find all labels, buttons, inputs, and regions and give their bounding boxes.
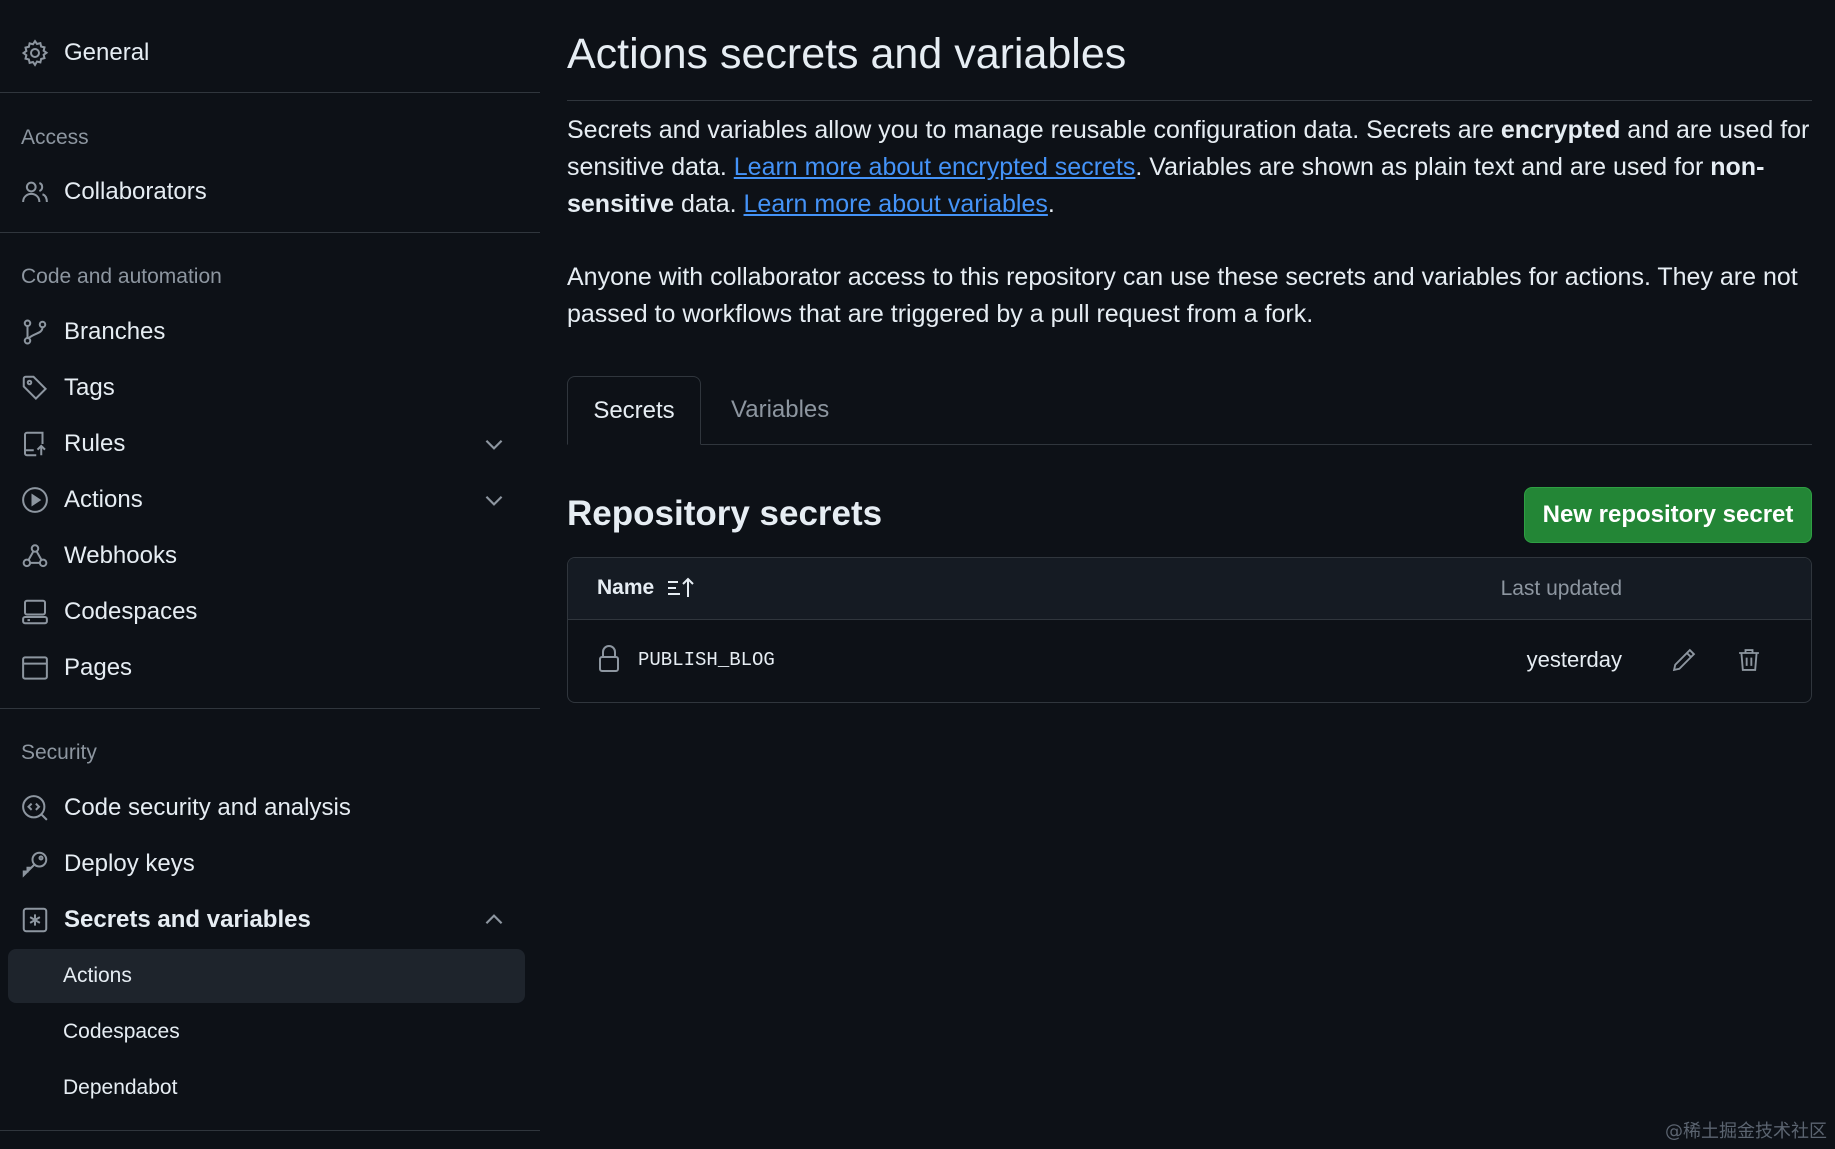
sort-asc-icon[interactable] (666, 575, 696, 601)
sidebar-item-label: Collaborators (64, 178, 207, 205)
sidebar-item-label: Deploy keys (64, 850, 195, 877)
sidebar-item-webhooks[interactable]: Webhooks (8, 530, 525, 582)
key-icon (20, 849, 50, 879)
sidebar-subitem-label: Actions (63, 964, 132, 987)
sidebar-item-label: Code security and analysis (64, 794, 351, 821)
tab-bar-divider (567, 444, 1812, 445)
link-variables[interactable]: Learn more about variables (744, 190, 1048, 218)
sidebar-subitem-label: Dependabot (63, 1076, 178, 1099)
column-header-last-updated: Last updated (1500, 577, 1622, 600)
codespaces-icon (20, 597, 50, 627)
trash-icon[interactable] (1735, 646, 1763, 674)
key-asterisk-icon (20, 905, 50, 935)
secret-name: PUBLISH_BLOG (638, 649, 775, 671)
tab-variables[interactable]: Variables (731, 376, 829, 444)
sidebar-item-secrets-variables[interactable]: Secrets and variables (8, 894, 525, 946)
sidebar-item-codespaces[interactable]: Codespaces (8, 586, 525, 638)
gear-icon (20, 38, 50, 68)
tab-bar: Secrets Variables (567, 376, 1812, 446)
sidebar-item-label: General (64, 39, 150, 66)
lock-icon (597, 644, 621, 674)
link-encrypted-secrets[interactable]: Learn more about encrypted secrets (734, 153, 1136, 181)
settings-sidebar: General Access Collaborators Code and au… (0, 0, 540, 1149)
sidebar-item-tags[interactable]: Tags (8, 362, 525, 414)
column-header-name[interactable]: Name (597, 576, 654, 600)
pencil-icon[interactable] (1670, 646, 1698, 674)
sidebar-divider (0, 232, 540, 233)
sidebar-divider (0, 92, 540, 93)
sidebar-item-branches[interactable]: Branches (8, 306, 525, 358)
group-title-security: Security (21, 741, 97, 764)
group-title-code-automation: Code and automation (21, 265, 222, 288)
section-title: Repository secrets (567, 494, 883, 533)
sidebar-subitem-actions[interactable]: Actions (8, 949, 525, 1003)
sidebar-subitem-codespaces[interactable]: Codespaces (8, 1005, 525, 1059)
sidebar-item-actions[interactable]: Actions (8, 474, 525, 526)
people-icon (20, 177, 50, 207)
webhook-icon (20, 541, 50, 571)
sidebar-item-label: Actions (64, 486, 143, 513)
intro-paragraph: Secrets and variables allow you to manag… (567, 112, 1812, 223)
secret-last-updated: yesterday (1526, 647, 1622, 672)
chevron-down-icon[interactable] (481, 431, 507, 457)
watermark: @稀土掘金技术社区 (1665, 1121, 1827, 1142)
repo-push-icon (20, 429, 50, 459)
tag-icon (20, 373, 50, 403)
sidebar-item-collaborators[interactable]: Collaborators (8, 166, 525, 218)
sidebar-item-label: Pages (64, 654, 133, 681)
group-title-access: Access (21, 126, 89, 149)
sidebar-item-label: Rules (64, 430, 126, 457)
intro-bold-encrypted: encrypted (1500, 116, 1621, 144)
access-note-paragraph: Anyone with collaborator access to this … (567, 263, 1798, 328)
sidebar-item-general[interactable]: General (8, 27, 525, 79)
title-divider (567, 100, 1812, 101)
page-title: Actions secrets and variables (567, 30, 1127, 78)
sidebar-item-label: Secrets and variables (64, 906, 311, 933)
chevron-up-icon[interactable] (481, 907, 507, 933)
table-row: PUBLISH_BLOG yesterday (568, 620, 1811, 702)
intro-text: Secrets and variables allow you to manag… (567, 116, 1501, 144)
new-repository-secret-button[interactable]: New repository secret (1524, 487, 1812, 543)
chevron-down-icon[interactable] (481, 487, 507, 513)
sidebar-item-deploy-keys[interactable]: Deploy keys (8, 838, 525, 890)
sidebar-subitem-dependabot[interactable]: Dependabot (8, 1061, 525, 1115)
sidebar-item-label: Webhooks (64, 542, 177, 569)
sidebar-item-label: Tags (64, 374, 115, 401)
codescan-icon (20, 793, 50, 823)
sidebar-divider (0, 1130, 540, 1131)
sidebar-item-code-security[interactable]: Code security and analysis (8, 782, 525, 834)
tab-secrets[interactable]: Secrets (567, 376, 701, 445)
table-header: Name Last updated (568, 558, 1811, 620)
sidebar-item-pages[interactable]: Pages (8, 642, 525, 694)
browser-icon (20, 653, 50, 683)
play-icon (20, 485, 50, 515)
sidebar-item-label: Branches (64, 318, 166, 345)
sidebar-divider (0, 708, 540, 709)
intro-text: . (1047, 190, 1055, 218)
secrets-table: Name Last updated PUBLISH_BLOG yesterday (567, 557, 1812, 703)
sidebar-item-rules[interactable]: Rules (8, 418, 525, 470)
sidebar-item-label: Codespaces (64, 598, 198, 625)
intro-text: . Variables are shown as plain text and … (1135, 153, 1711, 181)
intro-text: data. (674, 190, 744, 218)
git-branch-icon (20, 317, 50, 347)
sidebar-subitem-label: Codespaces (63, 1020, 180, 1043)
